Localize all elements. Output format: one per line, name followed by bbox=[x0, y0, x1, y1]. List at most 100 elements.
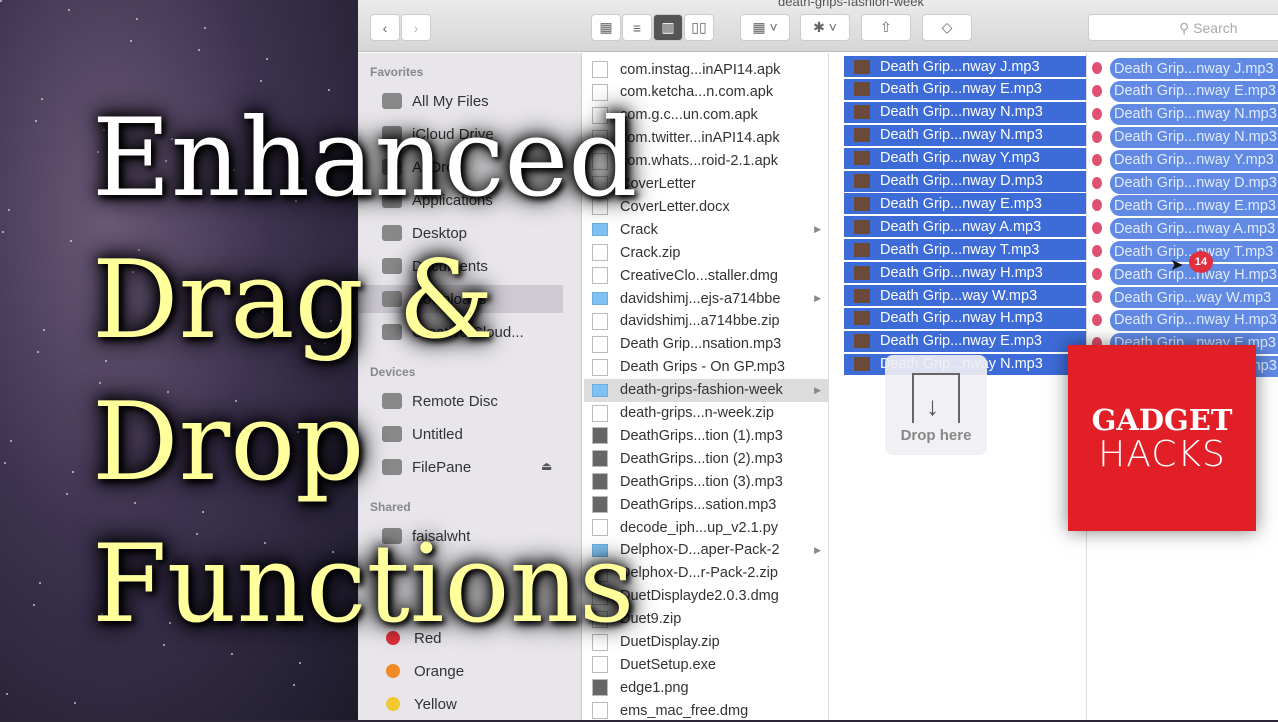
star bbox=[74, 702, 76, 704]
file-name: com.instag...inAPI14.apk bbox=[620, 61, 781, 78]
dragged-file-icon bbox=[1092, 107, 1102, 120]
list-item-selected[interactable]: Death Grip...nway J.mp3 bbox=[844, 56, 1086, 77]
tag-color-dot bbox=[386, 697, 400, 711]
arrange-button[interactable]: ▦ ˅ bbox=[740, 14, 790, 41]
file-icon bbox=[592, 656, 608, 674]
list-item-selected[interactable]: Death Grip...nway T.mp3 bbox=[844, 239, 1086, 261]
star bbox=[6, 693, 8, 695]
star bbox=[204, 27, 206, 29]
icon-view-button[interactable]: ▦ bbox=[591, 14, 621, 41]
drop-arrow-icon: ↓ bbox=[912, 373, 960, 423]
star bbox=[293, 684, 295, 686]
title-line-3: Drop bbox=[92, 380, 365, 505]
list-item-selected[interactable]: Death Grip...nway D.mp3 bbox=[844, 170, 1086, 192]
dragged-item: Death Grip...nway N.mp3 bbox=[1110, 103, 1278, 125]
list-item-selected[interactable]: Death Grip...nway H.mp3 bbox=[844, 307, 1086, 329]
file-name: com.ketcha...n.com.apk bbox=[620, 84, 774, 101]
file-name: DeathGrips...tion (3).mp3 bbox=[620, 473, 783, 490]
file-name: CreativeClo...staller.dmg bbox=[620, 267, 778, 284]
star bbox=[35, 120, 37, 122]
cover-flow-button[interactable]: ▯▯ bbox=[684, 14, 714, 41]
file-name: Death Grip...nway H.mp3 bbox=[880, 264, 1043, 281]
file-icon bbox=[592, 702, 608, 720]
file-name: Death Grip...nway Y.mp3 bbox=[880, 150, 1040, 167]
file-name: DeathGrips...tion (1).mp3 bbox=[620, 427, 783, 444]
dragged-file-icon bbox=[1092, 84, 1102, 97]
list-item-selected[interactable]: Death Grip...nway N.mp3 bbox=[844, 124, 1086, 146]
chevron-right-icon: ▶ bbox=[814, 224, 821, 235]
sidebar-tag[interactable]: Yellow bbox=[358, 690, 563, 718]
dragged-file-icon bbox=[1092, 291, 1102, 303]
column-view-button[interactable]: ▥ bbox=[653, 14, 683, 41]
cursor-icon: ➤ bbox=[1170, 257, 1184, 274]
audio-file-icon bbox=[854, 82, 870, 97]
list-item-selected[interactable]: Death Grip...nway E.mp3 bbox=[844, 330, 1086, 352]
title-line-2: Drag & bbox=[92, 238, 495, 363]
star bbox=[70, 240, 72, 242]
dragged-file-icon bbox=[1092, 313, 1102, 326]
file-name: Death Grip...nway D.mp3 bbox=[880, 173, 1043, 189]
star bbox=[72, 471, 74, 473]
tag-color-dot bbox=[386, 664, 400, 678]
drop-here-target[interactable]: ↓ Drop here bbox=[885, 355, 987, 455]
list-item[interactable]: com.instag...inAPI14.apk bbox=[584, 58, 829, 81]
file-name: Death Grip...nway E.mp3 bbox=[880, 81, 1042, 98]
star bbox=[266, 58, 268, 60]
file-icon bbox=[592, 679, 608, 697]
file-name: Death Grip...nway N.mp3 bbox=[880, 104, 1043, 121]
list-item-selected[interactable]: Death Grip...nway E.mp3 bbox=[844, 193, 1086, 215]
dragged-item: Death Grip...way W.mp3 bbox=[1110, 287, 1278, 308]
file-name: Death Grip...way W.mp3 bbox=[880, 287, 1038, 304]
list-view-button[interactable]: ≡ bbox=[622, 14, 652, 41]
star bbox=[10, 440, 12, 442]
star bbox=[41, 98, 43, 100]
file-name: decode_iph...up_v2.1.py bbox=[620, 519, 779, 536]
star bbox=[4, 462, 6, 464]
file-name: com.twitter...inAPI14.apk bbox=[620, 130, 780, 147]
list-item-selected[interactable]: Death Grip...way W.mp3 bbox=[844, 285, 1086, 306]
star bbox=[260, 80, 262, 82]
file-name: DeathGrips...tion (2).mp3 bbox=[620, 450, 783, 467]
list-item-selected[interactable]: Death Grip...nway H.mp3 bbox=[844, 262, 1086, 284]
list-item-selected[interactable]: Death Grip...nway N.mp3 bbox=[844, 101, 1086, 123]
star bbox=[8, 209, 10, 211]
star bbox=[0, 0, 2, 2]
audio-file-icon bbox=[854, 265, 870, 280]
action-gear-button[interactable]: ✱ ˅ bbox=[800, 14, 850, 41]
star bbox=[299, 662, 301, 664]
star bbox=[68, 9, 70, 11]
file-name: DuetDisplayde2.0.3.dmg bbox=[620, 588, 779, 605]
back-button[interactable]: ‹ bbox=[370, 14, 400, 41]
share-button[interactable]: ⇧ bbox=[861, 14, 911, 41]
file-name: edge1.png bbox=[620, 679, 689, 696]
file-name: Delphox-D...r-Pack-2.zip bbox=[620, 565, 778, 582]
file-name: Death Grip...nway J.mp3 bbox=[880, 58, 1040, 75]
list-item-selected[interactable]: Death Grip...nway A.mp3 bbox=[844, 216, 1086, 238]
audio-file-icon bbox=[854, 151, 870, 166]
list-item-selected[interactable]: Death Grip...nway Y.mp3 bbox=[844, 147, 1086, 169]
dragged-item: Death Grip...nway E.mp3 bbox=[1110, 195, 1278, 217]
list-item[interactable]: ems_mac_free.dmg bbox=[584, 699, 829, 722]
chevron-right-icon: ▶ bbox=[814, 384, 821, 395]
star bbox=[198, 49, 200, 51]
file-name: Death Grip...nway H.mp3 bbox=[880, 310, 1043, 327]
file-name: davidshimj...ejs-a714bbe bbox=[620, 290, 781, 307]
forward-button[interactable]: › bbox=[401, 14, 431, 41]
dragged-file-icon bbox=[1092, 176, 1102, 189]
star bbox=[37, 351, 39, 353]
file-name: davidshimj...a714bbe.zip bbox=[620, 313, 780, 330]
search-input[interactable]: ⚲ Search bbox=[1088, 14, 1278, 41]
list-item[interactable]: DuetSetup.exe bbox=[584, 653, 829, 676]
list-item-selected[interactable]: Death Grip...nway E.mp3 bbox=[844, 78, 1086, 100]
star bbox=[66, 493, 68, 495]
list-item[interactable]: edge1.png bbox=[584, 676, 829, 699]
sidebar-tag[interactable]: Orange bbox=[358, 657, 563, 685]
star bbox=[130, 40, 132, 42]
file-name: death-grips-fashion-week bbox=[620, 382, 783, 399]
tags-button[interactable]: ◇ bbox=[922, 14, 972, 41]
file-name: Death Grip...nsation.mp3 bbox=[620, 336, 782, 353]
chevron-right-icon: ▶ bbox=[814, 293, 821, 303]
dragged-item: Death Grip...nway Y.mp3 bbox=[1110, 149, 1278, 171]
audio-file-icon bbox=[854, 128, 870, 143]
file-name: Death Grip...nway N.mp3 bbox=[880, 127, 1043, 144]
